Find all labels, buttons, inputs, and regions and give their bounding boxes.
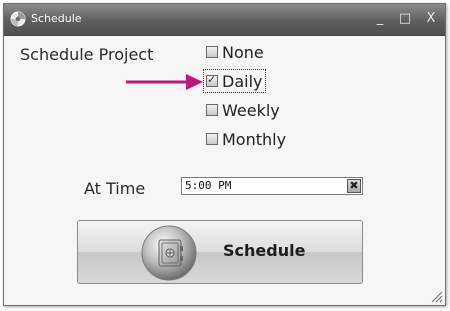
maximize-button[interactable]: □ [396, 11, 414, 27]
at-time-label: At Time [84, 179, 146, 198]
clear-time-icon[interactable]: ✖ [347, 179, 361, 193]
checkbox-weekly[interactable]: Weekly [204, 99, 280, 121]
window-title: Schedule [31, 12, 82, 25]
schedule-window: Schedule _ □ X Schedule Project None ✓ D… [3, 3, 446, 306]
checkbox-daily[interactable]: ✓ Daily [202, 69, 267, 93]
checkbox-daily-box[interactable]: ✓ [206, 73, 218, 87]
resize-grip-icon[interactable] [431, 291, 443, 303]
checkbox-none-box[interactable] [206, 46, 218, 58]
checkbox-monthly[interactable]: Monthly [204, 128, 286, 150]
time-input[interactable]: 5:00 PM ✖ [181, 177, 363, 195]
checkbox-none[interactable]: None [204, 41, 264, 63]
schedule-button-label: Schedule [223, 241, 306, 260]
time-input-value[interactable]: 5:00 PM [185, 179, 231, 192]
checkbox-monthly-label: Monthly [222, 129, 287, 149]
schedule-button[interactable]: Schedule [77, 220, 363, 284]
checkbox-weekly-box[interactable] [206, 104, 218, 116]
annotation-arrow-icon [126, 74, 203, 90]
checkbox-weekly-label: Weekly [222, 100, 280, 120]
checkbox-daily-label: Daily [222, 71, 263, 91]
app-logo-icon [10, 11, 26, 27]
schedule-project-label: Schedule Project [20, 45, 154, 64]
close-button[interactable]: X [422, 11, 440, 27]
checkmark-icon: ✓ [207, 73, 217, 86]
checkbox-none-label: None [222, 42, 264, 62]
checkbox-monthly-box[interactable] [206, 133, 218, 145]
safe-vault-icon [140, 224, 198, 282]
window-content: Schedule Project None ✓ Daily Weekly Mon… [4, 36, 445, 305]
title-bar: Schedule _ □ X [4, 4, 445, 36]
minimize-button[interactable]: _ [371, 11, 389, 27]
